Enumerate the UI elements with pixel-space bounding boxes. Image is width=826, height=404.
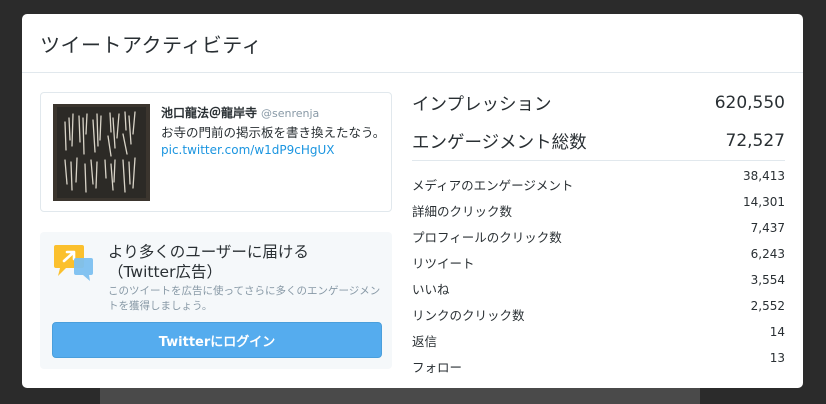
stat-value: 13 bbox=[769, 351, 785, 365]
promo-title: より多くのユーザーに届ける （Twitter広告） bbox=[108, 242, 388, 282]
promote-tweet-box: より多くのユーザーに届ける （Twitter広告） このツイートを広告に使ってさ… bbox=[40, 232, 392, 369]
stat-engagements-value: 72,527 bbox=[725, 131, 785, 151]
stat-value: 7,437 bbox=[750, 221, 785, 235]
stat-impressions-value: 620,550 bbox=[714, 93, 785, 113]
stat-value: 3,554 bbox=[750, 273, 785, 287]
stat-impressions-label: インプレッション bbox=[412, 94, 552, 115]
stat-label: フォロー bbox=[412, 360, 463, 375]
stat-row-link-clicks: リンクのクリック数 2,552 bbox=[412, 295, 785, 323]
stat-label: いいね bbox=[412, 282, 450, 297]
stat-value: 14,301 bbox=[743, 195, 785, 209]
tweet-activity-modal: ツイートアクティビティ 池口龍法＠龍岸寺 @senrenja お寺の門前の掲示板… bbox=[22, 14, 803, 388]
stat-value: 14 bbox=[769, 325, 785, 339]
stat-label: リンクのクリック数 bbox=[412, 308, 525, 323]
promo-title-line1: より多くのユーザーに届ける bbox=[108, 243, 309, 261]
megaphone-speech-bubble-icon bbox=[54, 245, 93, 281]
tweet-author: 池口龍法＠龍岸寺 @senrenja bbox=[161, 105, 386, 122]
stat-engagements: エンゲージメント総数 72,527 bbox=[412, 122, 785, 160]
promo-title-line2: （Twitter広告） bbox=[108, 263, 222, 281]
tweet-text: お寺の門前の掲示板を書き換えたなう。 pic.twitter.com/w1dP9… bbox=[161, 124, 386, 159]
stat-row-media-engagements: メディアのエンゲージメント 38,413 bbox=[412, 165, 785, 193]
backdrop-strip-bottom bbox=[100, 388, 700, 404]
tweet-stats: インプレッション 620,550 エンゲージメント総数 72,527 メディアの… bbox=[412, 84, 785, 375]
stat-impressions: インプレッション 620,550 bbox=[412, 84, 785, 122]
modal-title: ツイートアクティビティ bbox=[40, 32, 263, 57]
signboard-image bbox=[53, 104, 150, 201]
stat-label: プロフィールのクリック数 bbox=[412, 230, 562, 245]
stat-label: メディアのエンゲージメント bbox=[412, 178, 574, 193]
tweet-text-body: お寺の門前の掲示板を書き換えたなう。 bbox=[161, 125, 386, 140]
stat-row-likes: いいね 3,554 bbox=[412, 269, 785, 297]
stat-value: 6,243 bbox=[750, 247, 785, 261]
stat-value: 38,413 bbox=[743, 169, 785, 183]
tweet-body: 池口龍法＠龍岸寺 @senrenja お寺の門前の掲示板を書き換えたなう。 pic… bbox=[161, 105, 386, 159]
stat-row-follows: フォロー 13 bbox=[412, 347, 785, 375]
stat-row-retweets: リツイート 6,243 bbox=[412, 243, 785, 271]
stat-label: リツイート bbox=[412, 256, 475, 271]
stats-divider bbox=[412, 160, 785, 161]
stat-engagements-label: エンゲージメント総数 bbox=[412, 132, 587, 153]
stat-label: 詳細のクリック数 bbox=[412, 204, 513, 219]
modal-header: ツイートアクティビティ bbox=[22, 14, 803, 73]
tweet-card[interactable]: 池口龍法＠龍岸寺 @senrenja お寺の門前の掲示板を書き換えたなう。 pic… bbox=[40, 92, 392, 212]
tweet-media-link[interactable]: pic.twitter.com/w1dP9cHgUX bbox=[161, 143, 335, 157]
stat-row-profile-clicks: プロフィールのクリック数 7,437 bbox=[412, 217, 785, 245]
stat-row-replies: 返信 14 bbox=[412, 321, 785, 349]
promo-description: このツイートを広告に使ってさらに多くのエンゲージメントを獲得しましょう。 bbox=[108, 285, 381, 312]
stat-row-detail-expands: 詳細のクリック数 14,301 bbox=[412, 191, 785, 219]
tweet-author-handle[interactable]: @senrenja bbox=[261, 107, 319, 120]
stat-label: 返信 bbox=[412, 334, 438, 349]
twitter-login-button[interactable]: Twitterにログイン bbox=[52, 322, 382, 358]
tweet-media-thumbnail[interactable] bbox=[53, 104, 150, 201]
stat-value: 2,552 bbox=[750, 299, 785, 313]
tweet-author-name[interactable]: 池口龍法＠龍岸寺 bbox=[161, 106, 257, 120]
